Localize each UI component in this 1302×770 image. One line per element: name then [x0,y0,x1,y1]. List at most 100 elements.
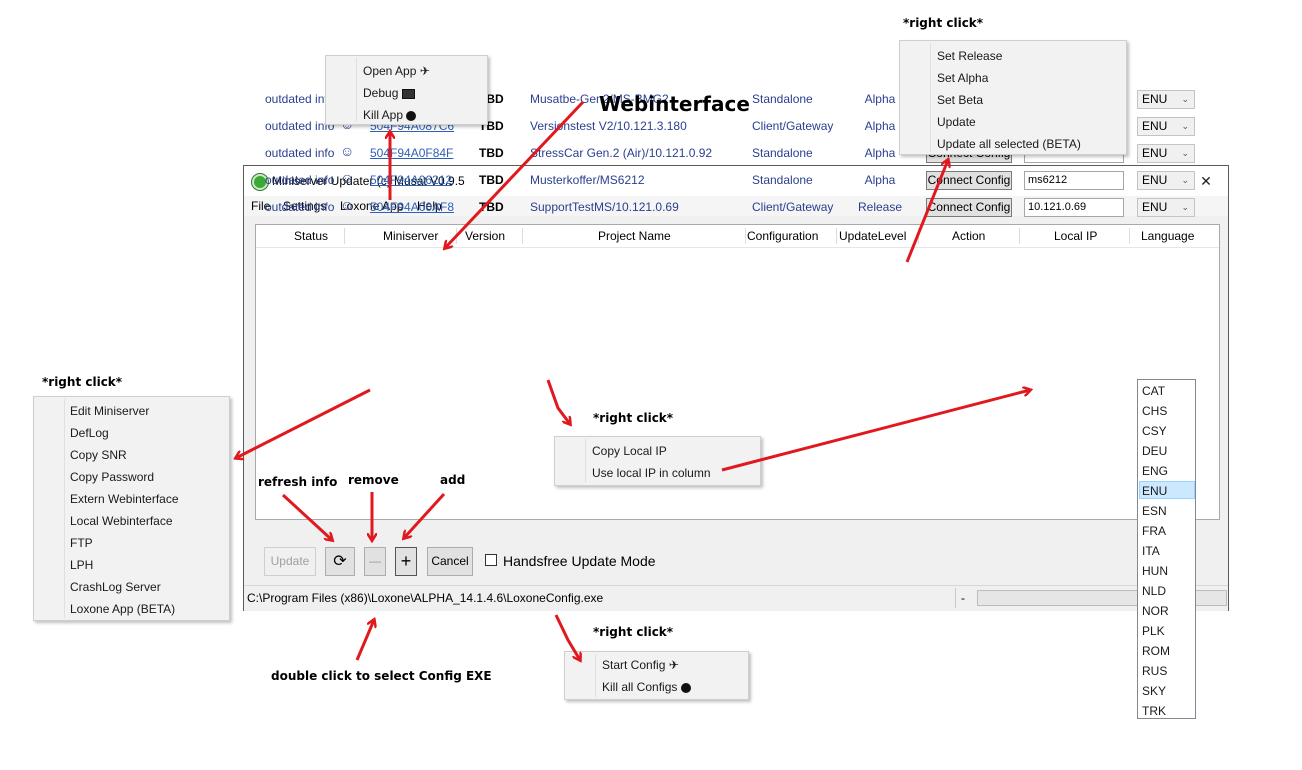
config-context-menu: Start Config ✈ Kill all Configs [564,651,749,700]
language-option[interactable]: RUS [1142,664,1167,678]
menu-extern-webinterface[interactable]: Extern Webinterface [70,492,179,506]
language-option[interactable]: PLK [1142,624,1165,638]
menu-set-alpha[interactable]: Set Alpha [937,71,988,85]
language-option[interactable]: SKY [1142,684,1166,698]
airplane-icon: ✈ [668,658,679,672]
airplane-icon: ✈ [419,64,430,78]
menu-set-beta[interactable]: Set Beta [937,93,983,107]
column-header-local-ip[interactable]: Local IP [1054,229,1097,243]
update-button[interactable]: Update [264,547,316,576]
language-value: ENU [1142,92,1168,106]
handsfree-checkbox[interactable] [485,554,497,566]
table-row[interactable]: outdated info ☺ 504F94A06212 TBD Musterk… [256,168,1219,192]
column-divider [456,228,457,244]
column-header-language[interactable]: Language [1141,229,1194,243]
menu-copy-local-ip[interactable]: Copy Local IP [592,444,667,458]
menu-gutter [595,654,596,697]
bomb-icon [406,110,417,121]
column-header-version[interactable]: Version [465,229,505,243]
language-option[interactable]: ENG [1142,464,1168,478]
menu-update[interactable]: Update [937,115,976,129]
add-button[interactable]: + [395,547,417,576]
menu-loxone-app-beta[interactable]: Loxone App (BETA) [70,602,175,616]
annotation-add: add [440,473,466,487]
chevron-down-icon: ⌄ [1181,94,1189,104]
cancel-button[interactable]: Cancel [427,547,473,576]
menu-deflog[interactable]: DefLog [70,426,109,440]
miniserver-context-menu: Edit Miniserver DefLog Copy SNR Copy Pas… [33,396,230,621]
config-exe-path[interactable]: C:\Program Files (x86)\Loxone\ALPHA_14.1… [247,591,603,605]
chevron-down-icon: ⌄ [1181,148,1189,158]
language-option[interactable]: TRK [1142,704,1166,718]
language-select[interactable]: ENU ⌄ [1137,171,1195,190]
connect-config-button[interactable]: Connect Config [926,198,1012,217]
language-option[interactable]: ROM [1142,644,1170,658]
menu-debug[interactable]: Debug [363,86,415,100]
language-select[interactable]: ENU ⌄ [1137,144,1195,163]
menu-local-webinterface[interactable]: Local Webinterface [70,514,173,528]
annotation-right-click: *right click* [42,375,123,389]
local-ip-field[interactable]: 10.121.0.69 [1024,198,1124,217]
column-header-status[interactable]: Status [294,229,328,243]
connect-config-button[interactable]: Connect Config [926,171,1012,190]
configuration-text: Standalone [752,92,813,106]
language-option[interactable]: NOR [1142,604,1169,618]
language-option[interactable]: HUN [1142,564,1168,578]
menu-copy-snr[interactable]: Copy SNR [70,448,127,462]
miniserver-link[interactable]: 504F94A00AF8 [370,200,454,214]
language-option[interactable]: ENU [1142,484,1167,498]
menu-lph[interactable]: LPH [70,558,93,572]
menu-start-config[interactable]: Start Config ✈ [602,658,679,672]
menu-set-release[interactable]: Set Release [937,49,1002,63]
menu-gutter [585,439,586,483]
app-window: Miniserver Updater (c) Musat V0.9.5 — ☐ … [243,89,1229,611]
status-text: outdated info [265,92,335,106]
language-select[interactable]: ENU ⌄ [1137,198,1195,217]
language-option[interactable]: CAT [1142,384,1165,398]
version-text: TBD [479,200,504,214]
remove-button[interactable]: — [364,547,386,576]
menu-update-all-selected[interactable]: Update all selected (BETA) [937,137,1081,151]
menu-open-app[interactable]: Open App ✈ [363,64,430,78]
column-header-miniserver[interactable]: Miniserver [383,229,438,243]
monitor-icon [401,88,415,99]
language-option[interactable]: FRA [1142,524,1166,538]
refresh-button[interactable]: ⟳ [325,547,355,576]
column-divider [745,228,746,244]
language-option[interactable]: ESN [1142,504,1167,518]
language-value: ENU [1142,173,1168,187]
menu-use-local-ip[interactable]: Use local IP in column [592,466,711,480]
update-level[interactable]: Alpha [840,173,920,187]
miniserver-link[interactable]: 504F94A06212 [370,173,452,187]
language-option[interactable]: ITA [1142,544,1160,558]
menu-edit-miniserver[interactable]: Edit Miniserver [70,404,149,418]
menu-ftp[interactable]: FTP [70,536,93,550]
language-select[interactable]: ENU ⌄ [1137,90,1195,109]
table-row[interactable]: outdated info ☺ 504F94A00AF8 TBD Support… [256,195,1219,219]
menu-crashlog-server[interactable]: CrashLog Server [70,580,161,594]
language-option[interactable]: DEU [1142,444,1167,458]
column-header-configuration[interactable]: Configuration [747,229,818,243]
annotation-right-click: *right click* [593,411,674,425]
menu-copy-password[interactable]: Copy Password [70,470,154,484]
language-dropdown-list[interactable]: CAT CHS CSY DEU ENG ENU ESN FRA ITA HUN NLD NOR PLK R… [1137,379,1196,719]
column-header-updatelevel[interactable]: UpdateLevel [839,229,906,243]
language-option[interactable]: CSY [1142,424,1167,438]
annotation-remove: remove [348,473,399,487]
column-header-action[interactable]: Action [952,229,985,243]
menu-kill-app[interactable]: Kill App [363,108,417,122]
menu-gutter [930,43,931,152]
update-level-menu: Set Release Set Alpha Set Beta Update Up… [899,40,1127,155]
loxone-app-menu: Open App ✈ Debug Kill App [325,55,488,125]
smiley-icon: ☺ [340,170,355,186]
language-option[interactable]: NLD [1142,584,1166,598]
handsfree-label: Handsfree Update Mode [503,553,656,569]
language-select[interactable]: ENU ⌄ [1137,117,1195,136]
grid-header: Status Miniserver Version Project Name C… [256,225,1219,248]
column-header-project-name[interactable]: Project Name [598,229,671,243]
local-ip-field[interactable]: ms6212 [1024,171,1124,190]
miniserver-link[interactable]: 504F94A0F84F [370,146,453,160]
language-option[interactable]: CHS [1142,404,1167,418]
menu-kill-all-configs[interactable]: Kill all Configs [602,680,691,694]
update-level[interactable]: Release [840,200,920,214]
